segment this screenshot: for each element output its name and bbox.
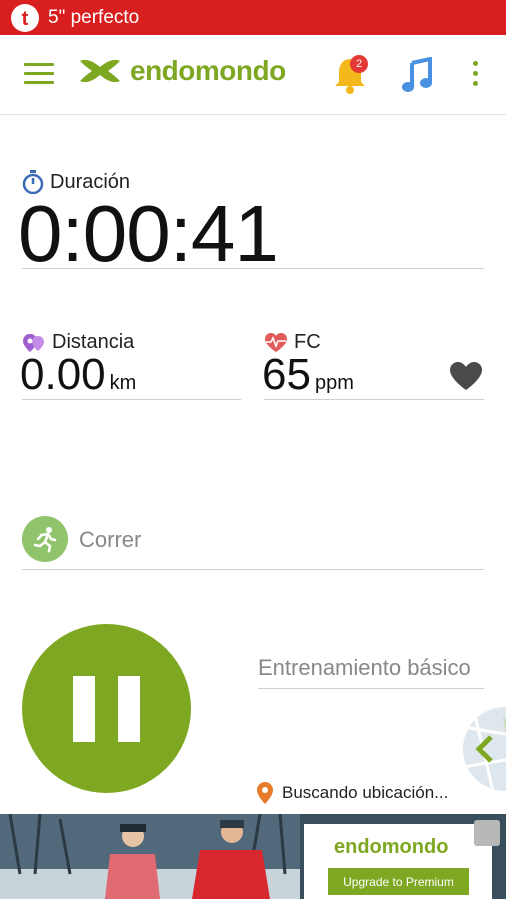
app-title: endomondo bbox=[130, 55, 286, 86]
ad-brand: endomondo bbox=[334, 836, 449, 858]
workout-type-selector[interactable]: Entrenamiento básico bbox=[258, 655, 471, 681]
distance-number: 0.00 bbox=[20, 350, 106, 399]
ad-banner[interactable]: endomondo Upgrade to Premium bbox=[0, 814, 506, 899]
brand-logo-icon bbox=[80, 59, 120, 83]
duration-value: 0:00:41 bbox=[18, 189, 279, 278]
pause-icon-bar-left bbox=[73, 676, 95, 742]
map-pin-icon bbox=[257, 782, 273, 804]
svg-text:t: t bbox=[22, 8, 29, 30]
sport-selector[interactable]: Correr bbox=[79, 527, 141, 553]
running-icon bbox=[33, 527, 57, 553]
notification-text: 5" perfecto bbox=[48, 6, 140, 28]
map-thumbnail-icon bbox=[463, 707, 506, 791]
heart-rate-value: 65 ppm bbox=[262, 350, 354, 400]
heart-icon[interactable] bbox=[448, 360, 484, 392]
ad-photo-image bbox=[0, 814, 300, 899]
app-logo: endomondo bbox=[78, 55, 286, 87]
distance-unit: km bbox=[109, 372, 137, 394]
notification-bar[interactable]: t 5" perfecto bbox=[0, 0, 506, 35]
music-icon[interactable] bbox=[400, 57, 434, 93]
distance-value: 0.00 km bbox=[20, 350, 136, 400]
more-options-icon[interactable] bbox=[470, 61, 480, 89]
workout-divider bbox=[258, 688, 484, 689]
map-toggle-button[interactable] bbox=[463, 707, 506, 791]
upgrade-premium-button[interactable]: Upgrade to Premium bbox=[328, 868, 469, 895]
tumblr-app-icon: t bbox=[11, 3, 39, 32]
notification-badge: 2 bbox=[350, 55, 368, 73]
ad-card[interactable]: endomondo Upgrade to Premium bbox=[304, 824, 492, 899]
heart-rate-number: 65 bbox=[262, 350, 311, 399]
heart-rate-divider bbox=[264, 399, 484, 400]
sport-selector-icon[interactable] bbox=[22, 516, 68, 562]
sport-divider bbox=[22, 569, 484, 570]
heart-rate-unit: ppm bbox=[314, 372, 354, 394]
menu-icon[interactable] bbox=[24, 63, 54, 87]
ad-close-icon[interactable] bbox=[474, 820, 500, 846]
pause-button[interactable] bbox=[22, 624, 191, 793]
location-status: Buscando ubicación... bbox=[256, 781, 448, 805]
location-status-text: Buscando ubicación... bbox=[282, 783, 449, 802]
distance-divider bbox=[22, 399, 241, 400]
duration-divider bbox=[22, 268, 484, 269]
app-bar: endomondo 2 bbox=[0, 35, 506, 115]
pause-icon-bar-right bbox=[118, 676, 140, 742]
workout-screen: t 5" perfecto endomondo 2 Duración 0:00:… bbox=[0, 0, 506, 899]
